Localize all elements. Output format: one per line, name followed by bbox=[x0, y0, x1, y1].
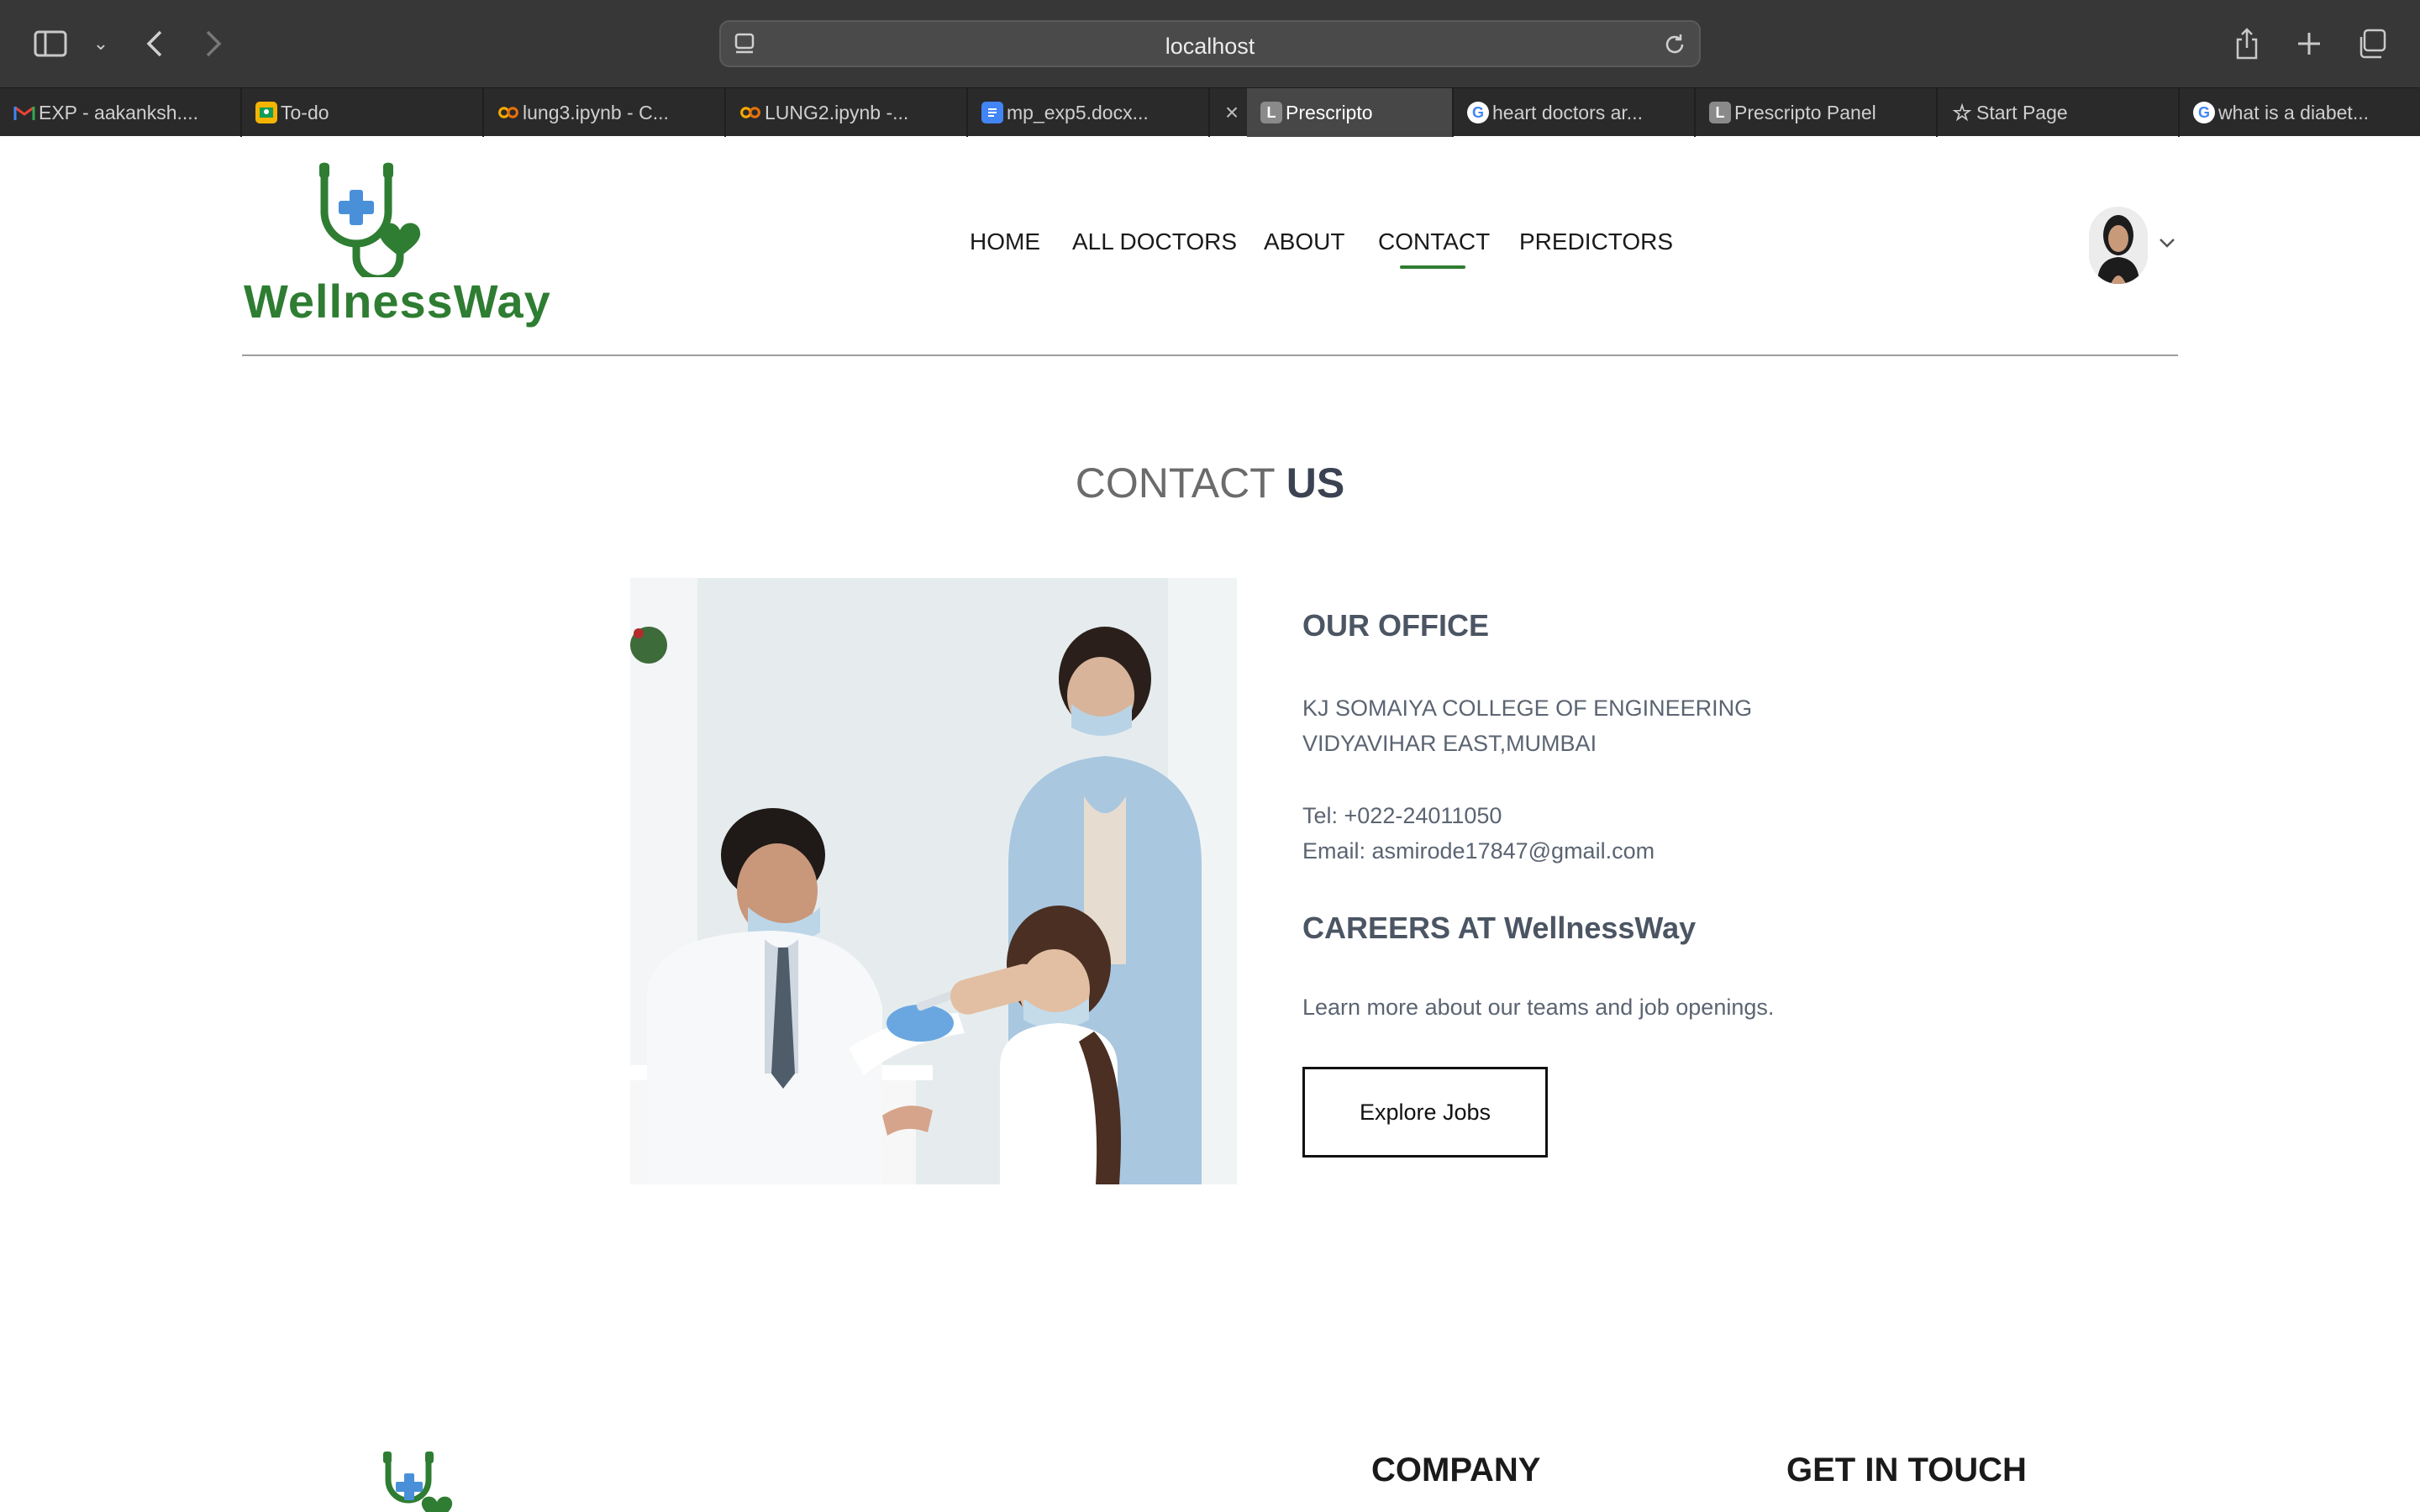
tab-label: heart doctors ar... bbox=[1492, 101, 1643, 123]
forward-icon[interactable] bbox=[195, 25, 232, 62]
footer-contact-heading: GET IN TOUCH bbox=[1786, 1452, 2027, 1488]
tab-label: Start Page bbox=[1976, 101, 2068, 123]
footer-logo[interactable] bbox=[378, 1450, 513, 1512]
tab-bar: EXP - aakanksh.... To-do lung3.ipynb - C… bbox=[0, 87, 2420, 137]
letter-l-icon: L bbox=[1260, 102, 1282, 123]
page-title: CONTACT US bbox=[0, 459, 2420, 507]
nav-about[interactable]: ABOUT bbox=[1264, 228, 1344, 255]
header-divider bbox=[242, 354, 2178, 356]
google-icon: G bbox=[1467, 102, 1489, 123]
tab-docs[interactable]: mp_exp5.docx... bbox=[968, 88, 1210, 137]
reload-icon[interactable] bbox=[1662, 32, 1687, 61]
office-address: KJ SOMAIYA COLLEGE OF ENGINEERING VIDYAV… bbox=[1302, 690, 1752, 761]
tab-label: To-do bbox=[281, 101, 329, 123]
browser-toolbar: ⌄ localhost bbox=[0, 0, 2420, 87]
tab-label: LUNG2.ipynb -... bbox=[765, 101, 909, 123]
share-icon[interactable] bbox=[2228, 25, 2265, 62]
tab-label: Prescripto Panel bbox=[1734, 101, 1876, 123]
careers-description: Learn more about our teams and job openi… bbox=[1302, 995, 1775, 1020]
tab-google-diabetes[interactable]: G what is a diabet... bbox=[2180, 88, 2420, 137]
tab-colab-lung3[interactable]: lung3.ipynb - C... bbox=[484, 88, 726, 137]
page-title-bold: US bbox=[1286, 459, 1345, 507]
colab-icon bbox=[497, 102, 519, 123]
back-icon[interactable] bbox=[136, 25, 173, 62]
tab-google-heart[interactable]: G heart doctors ar... bbox=[1454, 88, 1696, 137]
phone-text: Tel: +022-24011050 bbox=[1302, 803, 1502, 828]
docs-icon bbox=[981, 102, 1003, 123]
star-icon: ☆ bbox=[1952, 99, 1972, 125]
email-text: Email: asmirode17847@gmail.com bbox=[1302, 838, 1655, 864]
classroom-icon bbox=[255, 102, 277, 123]
contact-details: Tel: +022-24011050 Email: asmirode17847@… bbox=[1302, 798, 1655, 869]
address-line-1: KJ SOMAIYA COLLEGE OF ENGINEERING bbox=[1302, 696, 1753, 721]
stethoscope-icon bbox=[319, 162, 421, 283]
footer-company-heading: COMPANY bbox=[1371, 1452, 1541, 1488]
tab-prescripto[interactable]: L Prescripto bbox=[1247, 88, 1454, 137]
explore-jobs-button[interactable]: Explore Jobs bbox=[1302, 1067, 1548, 1158]
contact-photo bbox=[630, 578, 1237, 1184]
nav-home[interactable]: HOME bbox=[970, 228, 1040, 255]
address-bar[interactable]: localhost bbox=[719, 20, 1701, 67]
page-title-light: CONTACT bbox=[1075, 459, 1275, 507]
tab-label: EXP - aakanksh.... bbox=[39, 101, 199, 123]
close-tab-icon[interactable]: × bbox=[1217, 88, 1247, 137]
chevron-down-icon[interactable]: ⌄ bbox=[82, 25, 119, 62]
tab-start-page[interactable]: ☆ Start Page bbox=[1938, 88, 2180, 137]
tab-label: mp_exp5.docx... bbox=[1007, 101, 1149, 123]
nav-all-doctors[interactable]: ALL DOCTORS bbox=[1072, 228, 1237, 255]
url-text: localhost bbox=[1165, 34, 1255, 59]
tab-label: Prescripto bbox=[1286, 101, 1373, 123]
address-line-2: VIDYAVIHAR EAST,MUMBAI bbox=[1302, 731, 1597, 756]
tab-colab-lung2[interactable]: LUNG2.ipynb -... bbox=[726, 88, 968, 137]
avatar[interactable] bbox=[2089, 207, 2148, 284]
sidebar-toggle-icon[interactable] bbox=[32, 25, 69, 62]
new-tab-icon[interactable] bbox=[2291, 25, 2328, 62]
brand-name[interactable]: WellnessWay bbox=[244, 274, 551, 328]
tab-gmail[interactable]: EXP - aakanksh.... bbox=[0, 88, 242, 137]
google-icon: G bbox=[2193, 102, 2215, 123]
colab-icon bbox=[739, 102, 761, 123]
gmail-icon bbox=[13, 102, 35, 123]
letter-l-icon: L bbox=[1709, 102, 1731, 123]
tab-label: lung3.ipynb - C... bbox=[523, 101, 669, 123]
tab-todo[interactable]: To-do bbox=[242, 88, 484, 137]
active-nav-indicator bbox=[1400, 265, 1465, 269]
profile-menu-chevron-icon[interactable] bbox=[2158, 228, 2176, 255]
careers-heading: CAREERS AT WellnessWay bbox=[1302, 911, 1697, 945]
nav-predictors[interactable]: PREDICTORS bbox=[1519, 228, 1673, 255]
tab-prescripto-panel[interactable]: L Prescripto Panel bbox=[1696, 88, 1938, 137]
tab-overview-icon[interactable] bbox=[2353, 25, 2390, 62]
office-heading: OUR OFFICE bbox=[1302, 608, 1489, 643]
tab-label: what is a diabet... bbox=[2218, 101, 2369, 123]
nav-contact[interactable]: CONTACT bbox=[1378, 228, 1490, 255]
stethoscope-icon bbox=[383, 1452, 453, 1512]
